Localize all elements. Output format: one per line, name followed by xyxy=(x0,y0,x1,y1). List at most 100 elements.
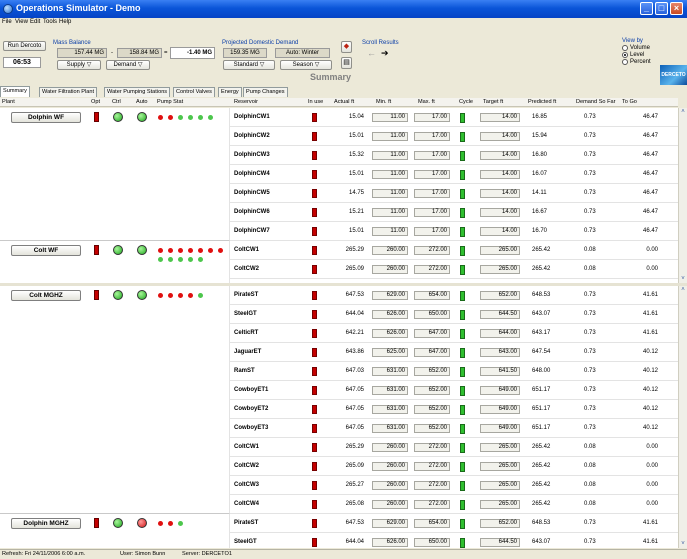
menu-file[interactable]: File xyxy=(2,19,12,25)
tab-control-valves[interactable]: Control Valves xyxy=(173,87,215,97)
ctrl-status-icon[interactable] xyxy=(113,290,123,300)
max-ft-field[interactable]: 17.00 xyxy=(414,132,450,141)
col-demand-so-far[interactable]: Demand So Far xyxy=(576,99,615,105)
tab-water-pumping-stations[interactable]: Water Pumping Stations xyxy=(104,87,171,97)
max-ft-field[interactable]: 17.00 xyxy=(414,189,450,198)
max-ft-field[interactable]: 17.00 xyxy=(414,227,450,236)
radio-level[interactable] xyxy=(622,52,628,58)
col-min-ft[interactable]: Min. ft xyxy=(376,99,391,105)
supply-dropdown[interactable]: Supply ▽ xyxy=(57,60,101,70)
target-ft-field[interactable]: 649.00 xyxy=(480,405,520,414)
plant-button[interactable]: Dolphin WF xyxy=(11,112,81,123)
target-ft-field[interactable]: 14.00 xyxy=(480,227,520,236)
max-ft-field[interactable]: 272.00 xyxy=(414,500,450,509)
target-ft-field[interactable]: 641.50 xyxy=(480,367,520,376)
menu-tools[interactable]: Tools xyxy=(43,19,57,25)
tab-energy[interactable]: Energy xyxy=(218,87,242,97)
ctrl-status-icon[interactable] xyxy=(113,518,123,528)
menu-edit[interactable]: Edit xyxy=(30,19,40,25)
target-ft-field[interactable]: 644.50 xyxy=(480,538,520,547)
auto-status-icon[interactable] xyxy=(137,290,147,300)
target-ft-field[interactable]: 14.00 xyxy=(480,132,520,141)
auto-status-icon[interactable] xyxy=(137,112,147,122)
min-ft-field[interactable]: 11.00 xyxy=(372,170,408,179)
maximize-button[interactable]: □ xyxy=(655,2,668,15)
scroll-up-icon[interactable]: ˄ xyxy=(679,286,687,294)
radio-volume[interactable] xyxy=(622,45,628,51)
min-ft-field[interactable]: 625.00 xyxy=(372,348,408,357)
col-actual-ft[interactable]: Actual ft xyxy=(334,99,354,105)
season-dropdown[interactable]: Season ▽ xyxy=(280,60,332,70)
col-pump-stat[interactable]: Pump Stat xyxy=(157,99,183,105)
min-ft-field[interactable]: 11.00 xyxy=(372,132,408,141)
col-cycle[interactable]: Cycle xyxy=(459,99,473,105)
col-predicted-ft[interactable]: Predicted ft xyxy=(528,99,556,105)
target-ft-field[interactable]: 652.00 xyxy=(480,291,520,300)
menu-help[interactable]: Help xyxy=(59,19,71,25)
min-ft-field[interactable]: 260.00 xyxy=(372,500,408,509)
min-ft-field[interactable]: 260.00 xyxy=(372,481,408,490)
document-icon[interactable]: ▤ xyxy=(341,57,352,69)
max-ft-field[interactable]: 17.00 xyxy=(414,113,450,122)
scroll-back-arrow-icon[interactable]: ← xyxy=(367,48,376,58)
target-ft-field[interactable]: 265.00 xyxy=(480,246,520,255)
max-ft-field[interactable]: 17.00 xyxy=(414,151,450,160)
col-in-use[interactable]: In use xyxy=(308,99,323,105)
col-max-ft[interactable]: Max. ft xyxy=(418,99,435,105)
col-target-ft[interactable]: Target ft xyxy=(483,99,503,105)
menu-view[interactable]: View xyxy=(15,19,28,25)
plant-button[interactable]: Colt MGHZ xyxy=(11,290,81,301)
min-ft-field[interactable]: 631.00 xyxy=(372,386,408,395)
scroll-down-icon[interactable]: ˅ xyxy=(679,275,687,283)
target-ft-field[interactable]: 14.00 xyxy=(480,113,520,122)
auto-status-icon[interactable] xyxy=(137,518,147,528)
col-reservoir[interactable]: Reservoir xyxy=(234,99,258,105)
min-ft-field[interactable]: 11.00 xyxy=(372,189,408,198)
col-auto[interactable]: Auto xyxy=(136,99,148,105)
target-ft-field[interactable]: 14.00 xyxy=(480,208,520,217)
target-ft-field[interactable]: 14.00 xyxy=(480,189,520,198)
scroll-up-icon[interactable]: ˄ xyxy=(679,108,687,116)
max-ft-field[interactable]: 652.00 xyxy=(414,386,450,395)
min-ft-field[interactable]: 626.00 xyxy=(372,538,408,547)
col-ctrl[interactable]: Ctrl xyxy=(112,99,121,105)
max-ft-field[interactable]: 17.00 xyxy=(414,170,450,179)
min-ft-field[interactable]: 260.00 xyxy=(372,443,408,452)
scroll-forward-arrow-icon[interactable]: ➔ xyxy=(381,48,389,59)
max-ft-field[interactable]: 272.00 xyxy=(414,443,450,452)
min-ft-field[interactable]: 11.00 xyxy=(372,113,408,122)
max-ft-field[interactable]: 650.00 xyxy=(414,538,450,547)
ctrl-status-icon[interactable] xyxy=(113,245,123,255)
target-ft-field[interactable]: 652.00 xyxy=(480,519,520,528)
target-ft-field[interactable]: 265.00 xyxy=(480,500,520,509)
target-ft-field[interactable]: 649.00 xyxy=(480,386,520,395)
max-ft-field[interactable]: 654.00 xyxy=(414,519,450,528)
ctrl-status-icon[interactable] xyxy=(113,112,123,122)
min-ft-field[interactable]: 260.00 xyxy=(372,462,408,471)
radio-percent[interactable] xyxy=(622,59,628,65)
standard-dropdown[interactable]: Standard ▽ xyxy=(223,60,275,70)
plant-button[interactable]: Dolphin MGHZ xyxy=(11,518,81,529)
close-button[interactable]: × xyxy=(670,2,683,15)
target-ft-field[interactable]: 643.00 xyxy=(480,348,520,357)
min-ft-field[interactable]: 629.00 xyxy=(372,519,408,528)
max-ft-field[interactable]: 272.00 xyxy=(414,462,450,471)
min-ft-field[interactable]: 11.00 xyxy=(372,151,408,160)
min-ft-field[interactable]: 631.00 xyxy=(372,405,408,414)
max-ft-field[interactable]: 654.00 xyxy=(414,291,450,300)
target-ft-field[interactable]: 265.00 xyxy=(480,265,520,274)
col-plant[interactable]: Plant xyxy=(2,99,15,105)
max-ft-field[interactable]: 272.00 xyxy=(414,265,450,274)
tab-summary[interactable]: Summary xyxy=(0,86,30,97)
tab-water-filtration-plant[interactable]: Water Filtration Plant xyxy=(39,87,98,97)
max-ft-field[interactable]: 17.00 xyxy=(414,208,450,217)
upper-scrollbar[interactable]: ˄ ˅ xyxy=(678,108,687,283)
plant-button[interactable]: Colt WF xyxy=(11,245,81,256)
min-ft-field[interactable]: 11.00 xyxy=(372,208,408,217)
target-ft-field[interactable]: 265.00 xyxy=(480,462,520,471)
target-ft-field[interactable]: 644.00 xyxy=(480,329,520,338)
diamond-tool-icon[interactable]: ◆ xyxy=(341,41,352,53)
max-ft-field[interactable]: 650.00 xyxy=(414,310,450,319)
min-ft-field[interactable]: 631.00 xyxy=(372,424,408,433)
tab-pump-changes[interactable]: Pump Changes xyxy=(243,87,288,97)
